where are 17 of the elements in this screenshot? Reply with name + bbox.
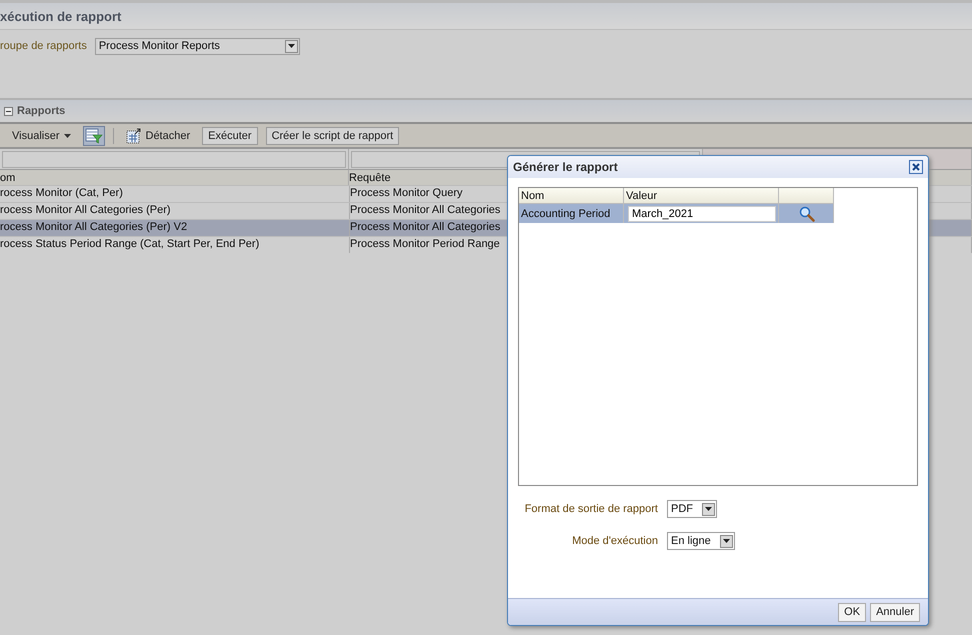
table-cell: Accounting Period xyxy=(521,208,610,220)
table-cell: rocess Monitor (Cat, Per) xyxy=(0,187,123,199)
table-cell: rocess Monitor All Categories (Per) V2 xyxy=(0,221,188,233)
column-header: Valeur xyxy=(624,188,779,204)
page-title: xécution de rapport xyxy=(0,8,122,24)
section-title: Rapports xyxy=(17,105,66,117)
table-cell: rocess Monitor All Categories (Per) xyxy=(0,204,171,216)
field-label: Format de sortie de rapport xyxy=(524,503,658,515)
field-label: roupe de rapports xyxy=(0,40,87,52)
table-cell: rocess Status Period Range (Cat, Start Per, End Per) xyxy=(0,238,260,250)
table-cell: Process Monitor All Categories xyxy=(350,204,500,216)
table-cell: Process Monitor Period Range xyxy=(350,238,500,250)
table-cell: Process Monitor Query xyxy=(350,187,462,199)
column-header: Nom xyxy=(519,188,624,204)
table-cell: Process Monitor All Categories xyxy=(350,221,500,233)
field-label: Mode d'exécution xyxy=(571,535,658,547)
dialog-title: Générer le rapport xyxy=(513,160,618,174)
